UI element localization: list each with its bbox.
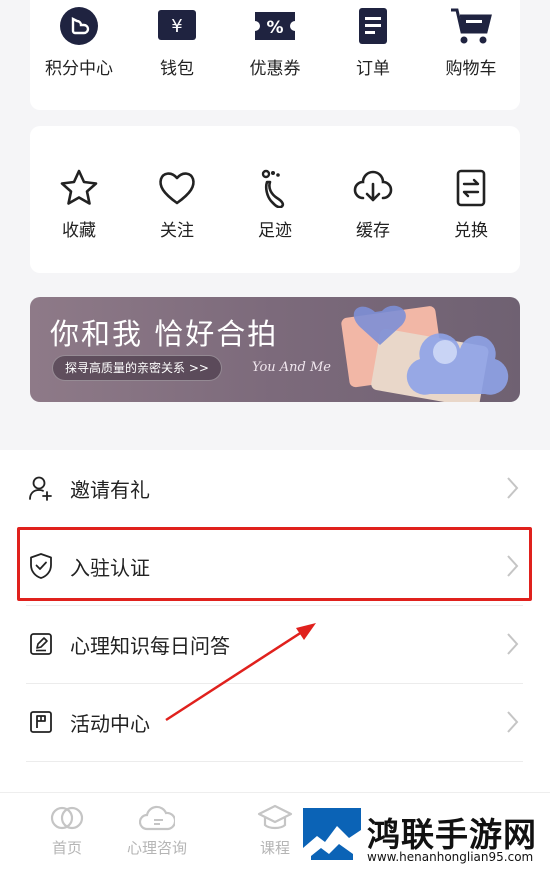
site-watermark: 鸿联手游网 www.henanhonglian95.com (303, 806, 550, 869)
exchange-icon (449, 166, 493, 210)
menu-item-label: 心理知识每日问答 (70, 633, 230, 658)
promo-banner[interactable]: 你和我 恰好合拍 探寻高质量的亲密关系 >> You And Me (30, 297, 520, 402)
consult-icon (139, 805, 175, 831)
watermark-url: www.henanhonglian95.com (367, 850, 534, 864)
star-icon (57, 166, 101, 210)
cart-label: 购物车 (445, 59, 497, 79)
svg-text:¥: ¥ (171, 16, 182, 37)
cart-button[interactable]: 购物车 (422, 4, 520, 79)
menu-item-activity-center[interactable]: 活动中心 (26, 683, 523, 761)
flag-icon (26, 707, 56, 737)
wallet-label: 钱包 (160, 59, 194, 79)
download-cloud-icon (351, 166, 395, 210)
edit-square-icon (26, 629, 56, 659)
menu-item-label: 邀请有礼 (70, 477, 150, 502)
footprint-icon (253, 166, 297, 210)
tab-label: 首页 (51, 839, 82, 857)
points-center-label: 积分中心 (45, 59, 113, 79)
order-label: 订单 (356, 59, 390, 79)
quick-actions-row: 积分中心 ¥ 钱包 % 优惠券 订单 购物车 (30, 4, 520, 79)
course-icon (257, 804, 293, 830)
tools-row: 收藏 关注 足迹 缓存 兑换 (30, 166, 520, 241)
coupon-icon: % (253, 4, 297, 48)
follow-label: 关注 (160, 221, 194, 241)
tab-consult[interactable]: 心理咨询 (102, 803, 212, 858)
banner-title: 你和我 恰好合拍 (50, 317, 279, 351)
wallet-button[interactable]: ¥ 钱包 (128, 4, 226, 79)
wallet-icon: ¥ (155, 4, 199, 48)
chevron-right-icon (507, 477, 519, 499)
footprint-label: 足迹 (258, 221, 292, 241)
watermark-logo (303, 808, 361, 864)
favorites-label: 收藏 (62, 221, 96, 241)
tab-label: 课程 (259, 839, 290, 857)
quick-actions-card: 积分中心 ¥ 钱包 % 优惠券 订单 购物车 (30, 0, 520, 110)
chevron-right-icon (507, 711, 519, 733)
footprint-button[interactable]: 足迹 (226, 166, 324, 241)
home-icon (50, 806, 84, 830)
watermark-title: 鸿联手游网 (367, 815, 537, 854)
menu-item-invite[interactable]: 邀请有礼 (26, 449, 523, 527)
cache-button[interactable]: 缓存 (324, 166, 422, 241)
cart-icon (449, 4, 493, 48)
exchange-button[interactable]: 兑换 (422, 166, 520, 241)
invite-user-icon (26, 473, 56, 503)
menu-item-daily-quiz[interactable]: 心理知识每日问答 (26, 605, 523, 683)
coupon-button[interactable]: % 优惠券 (226, 4, 324, 79)
chevron-right-icon (507, 633, 519, 655)
heart-icon (155, 166, 199, 210)
highlight-box (17, 527, 532, 601)
tab-label: 心理咨询 (126, 839, 187, 857)
banner-explore-button[interactable]: 探寻高质量的亲密关系 >> (52, 355, 222, 381)
order-icon (351, 4, 395, 48)
svg-text:%: % (266, 18, 283, 38)
points-center-icon (57, 4, 101, 48)
exchange-label: 兑换 (454, 221, 488, 241)
list-divider (26, 761, 523, 762)
follow-button[interactable]: 关注 (128, 166, 226, 241)
banner-subtitle: You And Me (252, 360, 332, 375)
tools-card: 收藏 关注 足迹 缓存 兑换 (30, 126, 520, 273)
favorites-button[interactable]: 收藏 (30, 166, 128, 241)
order-button[interactable]: 订单 (324, 4, 422, 79)
cache-label: 缓存 (356, 221, 390, 241)
points-center-button[interactable]: 积分中心 (30, 4, 128, 79)
menu-item-label: 活动中心 (70, 711, 150, 736)
coupon-label: 优惠券 (249, 59, 301, 79)
